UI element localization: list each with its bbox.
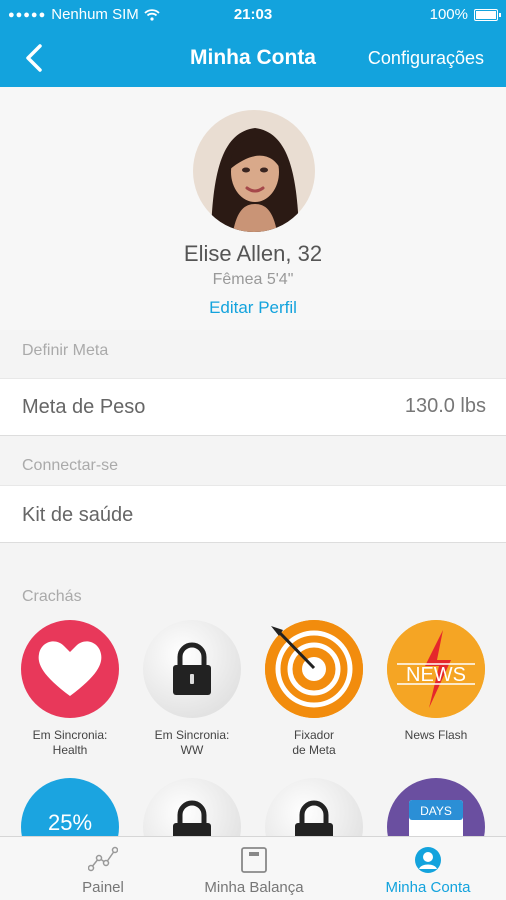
nav-bar: Minha Conta Configurações [0, 30, 506, 87]
weight-goal-value: 130.0 lbs [404, 395, 486, 417]
percent-text: 25% [48, 810, 92, 835]
avatar [193, 110, 315, 232]
weight-goal-label: Meta de Peso [22, 396, 146, 418]
tab-label: Minha Balança [204, 879, 304, 896]
target-icon [265, 620, 363, 718]
battery-indicator: 100% [429, 6, 501, 23]
profile-name: Elise Allen, 32 [183, 241, 323, 266]
badges-section-header: Crachás [22, 588, 82, 605]
badge-caption: Em Sincronia: Health [32, 728, 108, 757]
settings-button[interactable]: Configurações [368, 48, 484, 69]
days-text: DAYS [420, 804, 452, 818]
health-kit-label: Kit de saúde [22, 504, 134, 526]
health-kit-row[interactable]: Kit de saúde [0, 485, 506, 543]
tab-label: Painel [82, 879, 124, 896]
weight-goal-row[interactable]: Meta de Peso 130.0 lbs [0, 378, 506, 436]
goal-section-header: Definir Meta [22, 342, 109, 359]
news-text: NEWS [406, 664, 466, 686]
tab-bar: Painel Minha Balança Minha Conta [0, 836, 506, 900]
lock-icon [143, 620, 241, 718]
connect-section-header: Connectar-se [22, 457, 119, 474]
edit-profile-link[interactable]: Editar Perfil [0, 298, 506, 318]
tab-painel[interactable]: Painel [40, 837, 166, 900]
badge-caption: Fixador de Meta [292, 728, 336, 757]
badge-ww-sync[interactable]: Em Sincronia: WW [137, 620, 247, 758]
badge-caption: Em Sincronia: WW [154, 728, 230, 757]
profile-details: Fêmea 5'4" [212, 271, 294, 288]
scale-icon [241, 847, 267, 873]
badge-goal-setter[interactable]: Fixador de Meta [259, 620, 369, 758]
tab-label: Minha Conta [385, 879, 471, 896]
graph-icon [88, 846, 118, 872]
profile-header: Elise Allen, 32 Fêmea 5'4" Editar Perfil [0, 87, 506, 330]
tab-minha-balanca[interactable]: Minha Balança [190, 837, 318, 900]
badge-caption: News Flash [404, 728, 468, 742]
news-icon: NEWS [387, 620, 485, 718]
badge-health-sync[interactable]: Em Sincronia: Health [15, 620, 125, 758]
battery-icon [474, 8, 501, 21]
battery-percent: 100% [429, 6, 468, 23]
badge-news-flash[interactable]: NEWS News Flash [381, 620, 491, 743]
status-bar: ●●●●● Nenhum SIM 21:03 100% [0, 0, 506, 30]
account-icon [415, 847, 441, 873]
heart-icon [21, 620, 119, 718]
tab-minha-conta[interactable]: Minha Conta [366, 837, 490, 900]
